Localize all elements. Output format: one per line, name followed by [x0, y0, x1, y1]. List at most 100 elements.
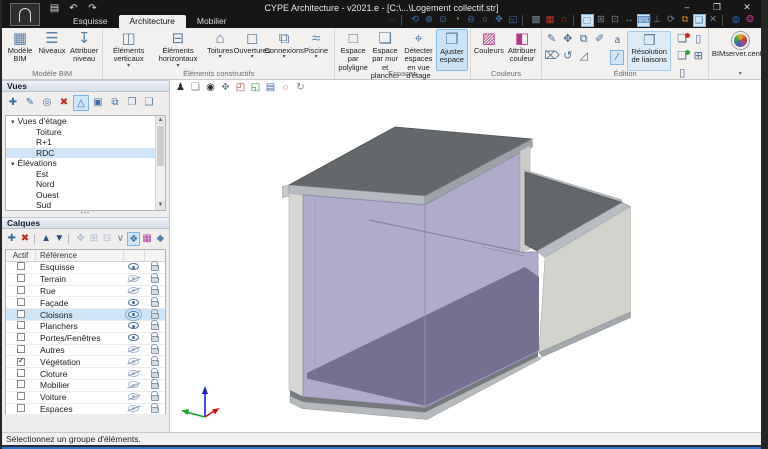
comment-icon[interactable]: ❏	[692, 14, 706, 27]
layer-active-checkbox[interactable]	[17, 333, 25, 342]
delete-layer-icon[interactable]: ✖	[18, 232, 31, 246]
layer-active-checkbox[interactable]	[17, 321, 25, 330]
minimize-button[interactable]: –	[679, 0, 695, 14]
eyedropper-icon[interactable]: ✐	[592, 32, 607, 48]
new-view-icon[interactable]: ✚	[5, 95, 21, 111]
modele-bim-button[interactable]: ▦ Modèle BIM ▾	[4, 29, 36, 71]
palette-icon[interactable]: ▦	[140, 232, 153, 246]
layer-row[interactable]: Rue	[6, 284, 165, 298]
layer-row[interactable]: Autres	[6, 343, 165, 357]
layer-active-checkbox[interactable]	[17, 297, 25, 306]
view-tree-item[interactable]: Est	[6, 169, 165, 180]
layer-row[interactable]: Façade	[6, 296, 165, 310]
separator[interactable]	[401, 15, 406, 26]
trim-icon[interactable]: ◿	[576, 49, 591, 65]
layer-lock-icon[interactable]	[150, 284, 159, 295]
view-tree-item[interactable]: Toiture	[6, 127, 165, 138]
material-icon[interactable]: ◆	[154, 232, 167, 246]
render-icon[interactable]: ❂	[744, 14, 757, 27]
layer-visibility-icon[interactable]	[128, 381, 139, 389]
layer-lock-icon[interactable]	[150, 261, 159, 272]
layer-active-checkbox[interactable]	[17, 357, 25, 366]
edit-icon[interactable]: ✎	[544, 32, 559, 48]
gizmo-icon[interactable]: ✥	[219, 81, 232, 94]
layer-visibility-icon[interactable]	[128, 345, 139, 353]
layer-row[interactable]: Végétation	[6, 355, 165, 369]
layer-visibility-icon[interactable]	[128, 334, 139, 342]
layer-lock-icon[interactable]	[150, 308, 159, 319]
layer-row[interactable]: Terrain	[6, 273, 165, 286]
layer-row[interactable]: Cloisons	[6, 307, 165, 321]
cut-icon[interactable]: ✕	[707, 14, 720, 27]
layer-active-checkbox[interactable]	[17, 403, 25, 412]
layer-lock-icon[interactable]	[150, 343, 159, 354]
view-tree-item[interactable]: Élévations	[6, 158, 165, 169]
red-plane-icon[interactable]: ◰	[234, 81, 247, 94]
delete-view-icon[interactable]: ✖	[56, 95, 72, 111]
layer-lock-icon[interactable]	[150, 296, 159, 307]
layer-visibility-icon[interactable]	[128, 298, 139, 306]
view-tree-item[interactable]: Vues 3D	[6, 211, 165, 212]
scroll-up-icon[interactable]: ▲	[156, 116, 165, 125]
separator[interactable]	[68, 234, 72, 244]
views-scrollbar[interactable]: ▲ ▼	[155, 116, 165, 210]
door-icon[interactable]: ▯	[690, 32, 706, 49]
Esquisse[interactable]: Esquisse	[62, 15, 119, 28]
screen-icon[interactable]: ▤	[264, 81, 277, 94]
move-down-icon[interactable]: ▼	[53, 232, 66, 246]
separator[interactable]	[522, 15, 527, 26]
press-icon[interactable]: ⊞	[690, 49, 706, 66]
search-icon[interactable]: ∞	[386, 14, 399, 27]
view-tree-item[interactable]: RDC	[6, 147, 165, 158]
ortho-icon[interactable]: ▢	[580, 14, 594, 27]
zoom-previous-icon[interactable]: ⟲	[409, 14, 422, 27]
duplicate-view-icon[interactable]: ⧉	[107, 95, 123, 111]
Mobilier[interactable]: Mobilier	[186, 15, 238, 28]
view-type-icon[interactable]: △	[73, 95, 89, 111]
green-plane-icon[interactable]: ◱	[249, 81, 262, 94]
layer-active-checkbox[interactable]	[17, 392, 25, 401]
layer-active-checkbox[interactable]	[17, 262, 25, 271]
rotate-icon[interactable]: ↺	[560, 49, 575, 65]
dimension-icon[interactable]: ↔	[623, 14, 636, 27]
layer-active-checkbox[interactable]	[17, 344, 25, 353]
layer-visibility-icon[interactable]	[128, 275, 139, 283]
layer-lock-icon[interactable]	[150, 355, 159, 366]
view-tree-item[interactable]: R+1	[6, 137, 165, 148]
magnet-icon[interactable]: ∩	[558, 14, 571, 27]
piscine-button[interactable]: ≈ Piscine ▾	[300, 29, 332, 71]
group-dropdown-arrow-icon[interactable]: ▾	[709, 69, 761, 79]
orbit-icon[interactable]: ○	[479, 14, 492, 27]
perpendicular-icon[interactable]: ⊥	[651, 14, 664, 27]
globe-icon[interactable]: ◍	[730, 14, 743, 27]
angle-snap-icon[interactable]: ⟳	[665, 14, 678, 27]
attribuer-couleur-button[interactable]: ◧ Attribuer couleur ▾	[505, 29, 539, 71]
import-views-icon[interactable]: ❑	[141, 95, 157, 111]
layer-active-checkbox[interactable]	[17, 274, 25, 283]
redraw-icon[interactable]: ◔	[451, 14, 464, 27]
visibility-icon[interactable]: ◉	[204, 81, 217, 94]
find-view-icon[interactable]: ◎	[39, 95, 55, 111]
bimserver-center-button[interactable]: BIMserver.center	[711, 32, 761, 58]
niveaux-button[interactable]: ☰ Niveaux ▾	[36, 29, 68, 71]
layer-row[interactable]: Cloture	[6, 367, 165, 380]
layer-row[interactable]: Espaces	[6, 402, 165, 416]
elements-horizontaux-button[interactable]: ⊟ Éléments horizontaux ▾	[152, 29, 204, 71]
separator[interactable]	[33, 234, 38, 244]
fit-icon[interactable]: ✥	[74, 232, 87, 246]
view-tree-item[interactable]: Ouest	[6, 190, 165, 201]
layer-row[interactable]: Voiture	[6, 391, 165, 404]
attribuer-niveau-button[interactable]: ↧ Attribuer niveau ▾	[68, 29, 100, 71]
resolution-de-liaisons-button[interactable]: ❒ Résolution de liaisons	[627, 31, 672, 71]
keyboard-icon[interactable]: ⌨	[636, 14, 651, 27]
layer-lock-icon[interactable]	[150, 320, 159, 331]
hide-icon[interactable]: ◌	[279, 81, 292, 94]
walkthrough-icon[interactable]: ♟	[174, 81, 187, 94]
capture-view-icon[interactable]: ▣	[90, 95, 106, 111]
separator[interactable]	[573, 15, 578, 26]
layer-visibility-icon[interactable]	[128, 357, 139, 365]
layer-lock-icon[interactable]	[150, 367, 159, 378]
grid-edit-icon[interactable]: ▩	[530, 14, 543, 27]
zoom-out-icon[interactable]: ⊖	[465, 14, 478, 27]
copy-icon[interactable]: ⧉	[576, 32, 591, 48]
